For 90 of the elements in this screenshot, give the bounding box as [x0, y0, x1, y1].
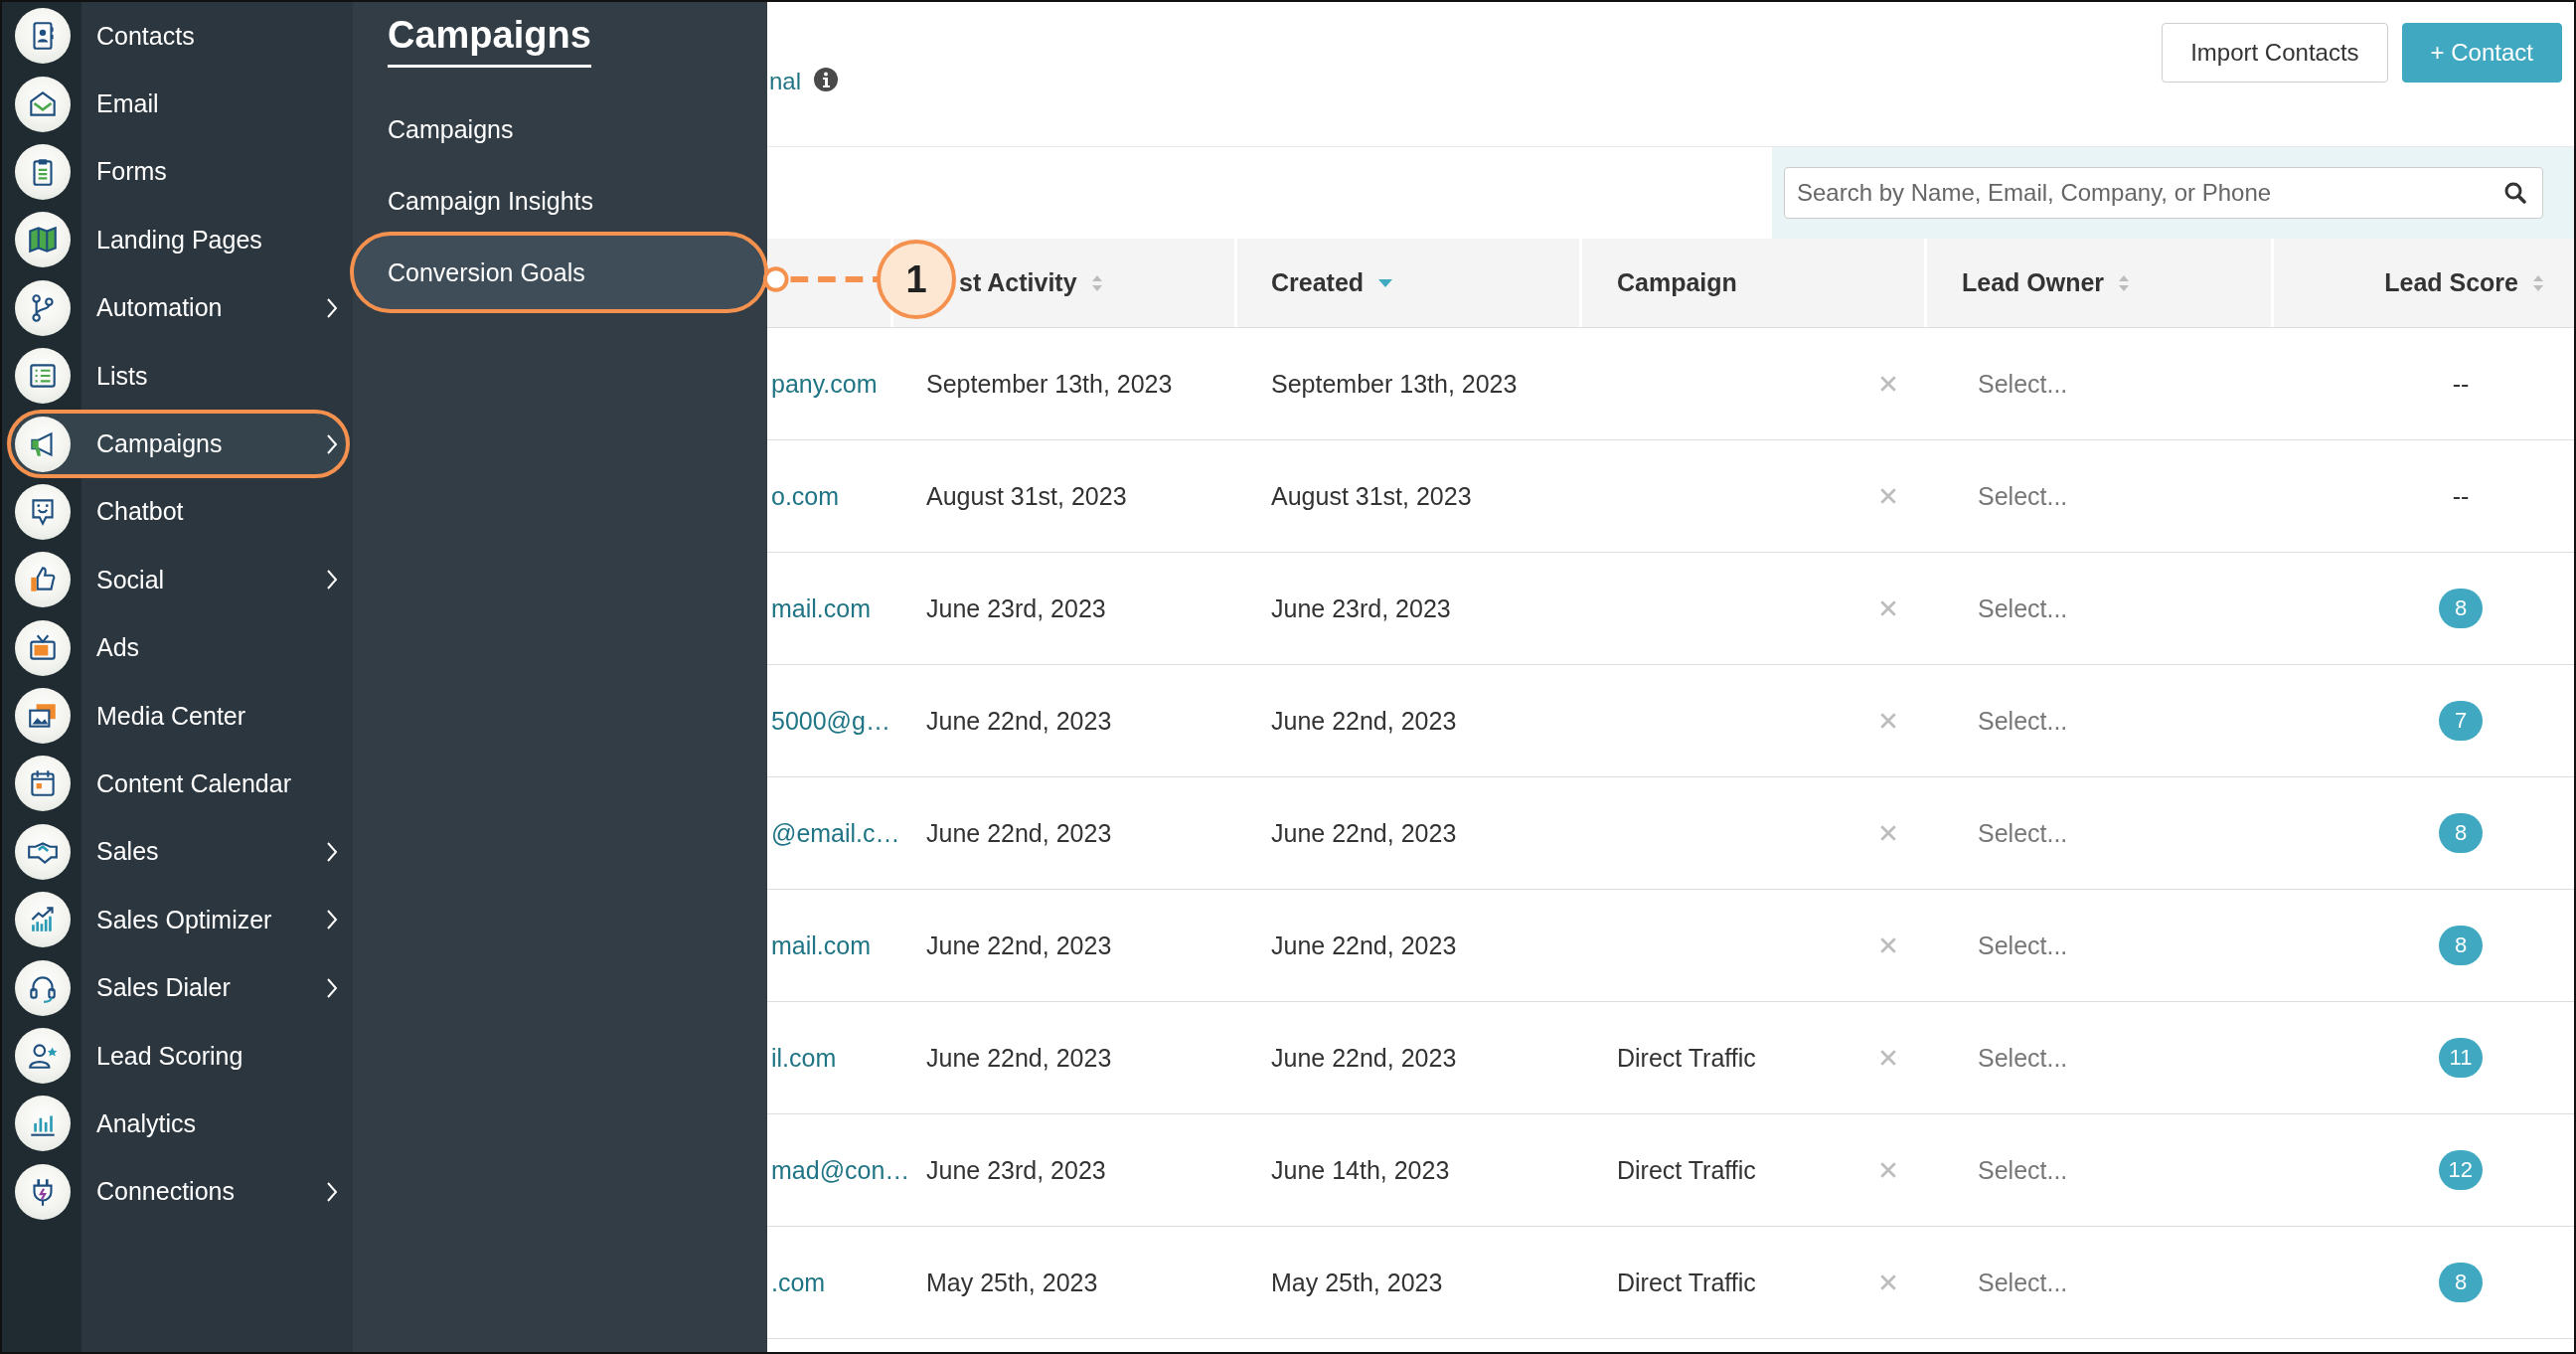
email-link[interactable]: mail.com	[771, 593, 871, 623]
sidebar-item[interactable]: Media Center	[7, 681, 350, 751]
column-header[interactable]: Created	[1271, 268, 1365, 297]
table-cell: June 22nd, 2023	[1271, 706, 1457, 736]
lead-owner-select[interactable]: Select...	[1978, 706, 2068, 736]
lead-owner-select[interactable]: Select...	[1978, 818, 2068, 848]
close-icon[interactable]	[1879, 375, 1897, 393]
table-cell: May 25th, 2023	[926, 1268, 1098, 1297]
table-cell: June 14th, 2023	[1271, 1155, 1450, 1185]
info-icon[interactable]	[813, 66, 840, 92]
email-link[interactable]: mad@con…	[771, 1155, 910, 1185]
close-icon[interactable]	[1879, 1161, 1897, 1179]
import-button[interactable]: Import Contacts	[2162, 22, 2388, 83]
sidebar-item[interactable]: Connections	[7, 1157, 350, 1227]
column-header[interactable]: st Activity	[959, 268, 1077, 297]
table-cell: June 22nd, 2023	[1271, 818, 1457, 848]
sidebar-item[interactable]: Analytics	[7, 1090, 350, 1158]
megaphone-icon	[15, 416, 71, 472]
email-link[interactable]: 5000@g…	[771, 706, 890, 736]
table-cell: June 23rd, 2023	[1271, 593, 1451, 623]
sidebar-item[interactable]: Email	[7, 70, 350, 138]
close-icon[interactable]	[1879, 599, 1897, 617]
lead-owner-select[interactable]: Select...	[1978, 931, 2068, 960]
table-cell: June 22nd, 2023	[926, 706, 1112, 736]
column-header[interactable]: Campaign	[1617, 268, 1737, 297]
score-badge: 11	[2439, 1038, 2483, 1078]
submenu-item[interactable]: Campaigns	[350, 93, 768, 165]
table-cell: May 25th, 2023	[1271, 1268, 1443, 1297]
lead-owner-select[interactable]: Select...	[1978, 1043, 2068, 1073]
score-text: --	[2451, 481, 2471, 511]
email-link[interactable]: mail.com	[771, 931, 871, 960]
sidebar-item[interactable]: Forms	[7, 137, 350, 207]
table-cell: June 22nd, 2023	[926, 1043, 1112, 1073]
table-cell: June 23rd, 2023	[926, 593, 1106, 623]
email-link[interactable]: @email.c…	[771, 818, 900, 848]
score-text: --	[2451, 369, 2471, 399]
submenu-title: Campaigns	[388, 14, 591, 68]
search-field[interactable]: Search by Name, Email, Company, or Phone	[1784, 167, 2543, 219]
lead-owner-select[interactable]: Select...	[1978, 481, 2068, 511]
table-cell: August 31st, 2023	[926, 481, 1127, 511]
table-cell: June 22nd, 2023	[1271, 931, 1457, 960]
map-icon	[15, 212, 71, 268]
lead-owner-select[interactable]: Select...	[1978, 369, 2068, 399]
email-link[interactable]: o.com	[771, 481, 840, 511]
sidebar-item[interactable]: Social	[7, 546, 350, 614]
table-cell: September 13th, 2023	[926, 369, 1173, 399]
submenu-item[interactable]: Conversion Goals	[350, 232, 768, 313]
score-badge: 8	[2439, 813, 2483, 853]
column-header[interactable]: Lead Score	[2384, 268, 2518, 297]
email-link[interactable]: pany.com	[771, 369, 878, 399]
sidebar-item[interactable]: Sales	[7, 817, 350, 887]
lead-owner-select[interactable]: Select...	[1978, 593, 2068, 623]
close-icon[interactable]	[1879, 712, 1897, 730]
sidebar-item[interactable]: Lead Scoring	[7, 1021, 350, 1091]
close-icon[interactable]	[1879, 936, 1897, 954]
sidebar-item[interactable]: Sales Dialer	[7, 953, 350, 1022]
sidebar-item[interactable]: Lists	[7, 341, 350, 411]
score-badge: 8	[2439, 1263, 2483, 1302]
sidebar-item[interactable]: Campaigns	[7, 410, 350, 478]
close-icon[interactable]	[1879, 824, 1897, 842]
search-icon[interactable]	[2503, 181, 2527, 205]
sidebar-item[interactable]: Landing Pages	[7, 206, 350, 274]
sidebar-item[interactable]: Content Calendar	[7, 750, 350, 818]
sidebar-item[interactable]: Automation	[7, 273, 350, 342]
table-cell: June 22nd, 2023	[1271, 1043, 1457, 1073]
score-badge: 8	[2439, 926, 2483, 965]
table-cell: September 13th, 2023	[1271, 369, 1518, 399]
lead-owner-select[interactable]: Select...	[1978, 1155, 2068, 1185]
table-cell: June 22nd, 2023	[926, 818, 1112, 848]
sidebar-item[interactable]: Ads	[7, 613, 350, 682]
table-cell: Direct Traffic	[1617, 1268, 1756, 1297]
sidebar-item[interactable]: Contacts	[7, 2, 350, 71]
score-badge: 12	[2438, 1150, 2483, 1190]
email-link[interactable]: il.com	[771, 1043, 837, 1073]
score-badge: 8	[2439, 589, 2483, 628]
table-cell: June 22nd, 2023	[926, 931, 1112, 960]
score-badge: 7	[2439, 701, 2483, 741]
switch-link[interactable]: nal	[769, 67, 802, 95]
lead-owner-select[interactable]: Select...	[1978, 1268, 2068, 1297]
table-cell: Direct Traffic	[1617, 1155, 1756, 1185]
close-icon[interactable]	[1879, 487, 1897, 505]
table-cell: June 23rd, 2023	[926, 1155, 1106, 1185]
sidebar-item[interactable]: Chatbot	[7, 477, 350, 547]
close-icon[interactable]	[1879, 1049, 1897, 1067]
email-link[interactable]: .com	[771, 1268, 826, 1297]
sidebar-item[interactable]: Sales Optimizer	[7, 886, 350, 954]
close-icon[interactable]	[1879, 1273, 1897, 1291]
table-cell: August 31st, 2023	[1271, 481, 1472, 511]
column-header[interactable]: Lead Owner	[1962, 268, 2105, 297]
table-cell: Direct Traffic	[1617, 1043, 1756, 1073]
